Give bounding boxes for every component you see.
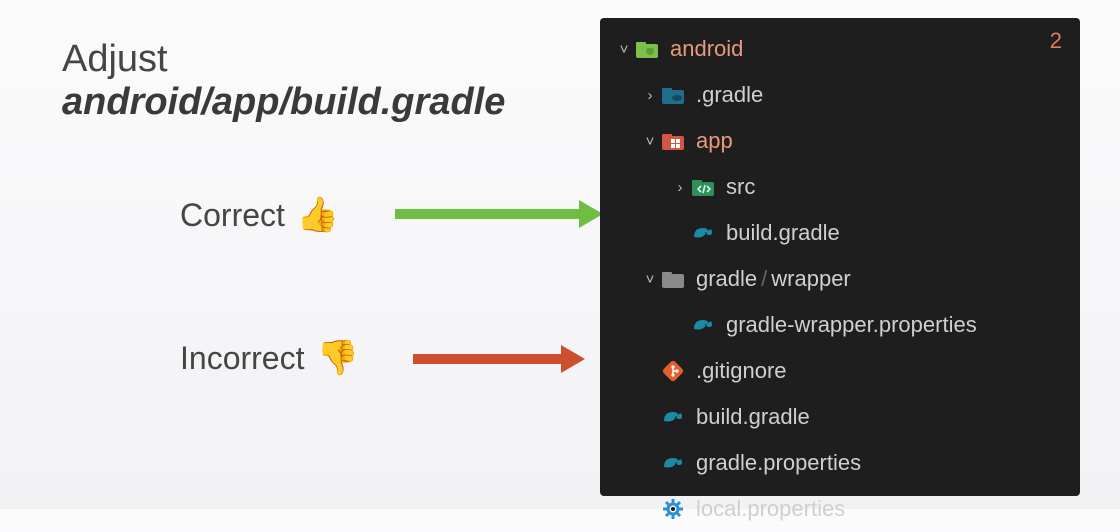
- status-incorrect: Incorrect 👎: [180, 338, 359, 378]
- tree-item-build-gradle-app[interactable]: build.gradle: [600, 210, 1080, 256]
- problems-badge: 2: [1050, 28, 1062, 54]
- folder-icon: [660, 266, 686, 292]
- tree-label: gradle-wrapper.properties: [726, 312, 977, 338]
- arrow-correct: [395, 209, 601, 219]
- status-correct: Correct 👍: [180, 195, 339, 235]
- tree-label: .gradle: [696, 82, 763, 108]
- tree-item-app[interactable]: ˅ app: [600, 118, 1080, 164]
- thumbs-down-icon: 👎: [316, 338, 358, 378]
- folder-app-icon: [660, 128, 686, 154]
- tree-label: build.gradle: [696, 404, 810, 430]
- path-separator: /: [757, 266, 771, 292]
- tree-item-android[interactable]: ˅ android: [600, 26, 1080, 72]
- folder-src-icon: [690, 174, 716, 200]
- tree-label: gradle: [696, 266, 757, 292]
- gradle-file-icon: [690, 220, 716, 246]
- gear-icon: [660, 496, 686, 522]
- folder-gradle-icon: [660, 82, 686, 108]
- folder-android-icon: [634, 36, 660, 62]
- file-tree-panel: 2 ˅ android › .gradle ˅ app › src: [600, 18, 1080, 496]
- tree-label: local.properties: [696, 496, 845, 522]
- tree-item-gradle-dir[interactable]: › .gradle: [600, 72, 1080, 118]
- gradle-file-icon: [660, 450, 686, 476]
- gradle-file-icon: [660, 404, 686, 430]
- instruction-line1: Adjust: [62, 38, 505, 81]
- status-correct-label: Correct: [180, 197, 285, 234]
- tree-label: src: [726, 174, 755, 200]
- instruction-path: android/app/build.gradle: [62, 81, 505, 124]
- tree-item-gradle-wrapper-properties[interactable]: gradle-wrapper.properties: [600, 302, 1080, 348]
- tree-item-build-gradle-root[interactable]: build.gradle: [600, 394, 1080, 440]
- git-icon: [660, 358, 686, 384]
- tree-item-gradle-wrapper[interactable]: ˅ gradle / wrapper: [600, 256, 1080, 302]
- chevron-right-icon[interactable]: ›: [670, 179, 690, 196]
- tree-item-gradle-properties[interactable]: gradle.properties: [600, 440, 1080, 486]
- tree-label: gradle.properties: [696, 450, 861, 476]
- tree-item-gitignore[interactable]: .gitignore: [600, 348, 1080, 394]
- chevron-down-icon[interactable]: ˅: [614, 41, 634, 58]
- chevron-down-icon[interactable]: ˅: [640, 271, 660, 288]
- tree-label: build.gradle: [726, 220, 840, 246]
- status-incorrect-label: Incorrect: [180, 340, 304, 377]
- thumbs-up-icon: 👍: [297, 195, 339, 235]
- chevron-right-icon[interactable]: ›: [640, 87, 660, 104]
- tree-label: wrapper: [771, 266, 850, 292]
- tree-item-src[interactable]: › src: [600, 164, 1080, 210]
- gradle-file-icon: [690, 312, 716, 338]
- tree-item-local-properties[interactable]: local.properties: [600, 486, 1080, 532]
- tree-label: android: [670, 36, 743, 62]
- tree-label: .gitignore: [696, 358, 787, 384]
- chevron-down-icon[interactable]: ˅: [640, 133, 660, 150]
- tree-label: app: [696, 128, 733, 154]
- arrow-incorrect: [413, 354, 583, 364]
